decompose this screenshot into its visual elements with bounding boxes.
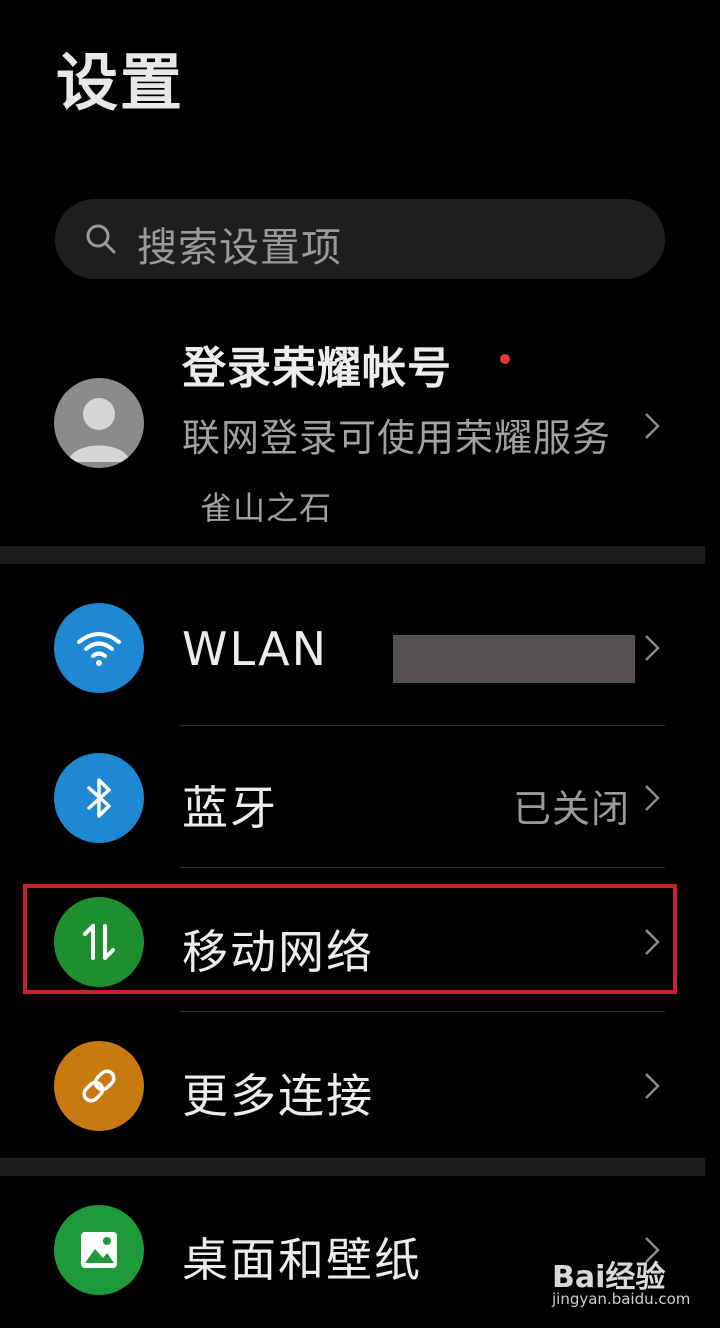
row-divider [180, 1011, 665, 1012]
settings-item-wlan[interactable]: WLAN [0, 578, 720, 726]
settings-item-more-connections[interactable]: 更多连接 [0, 1016, 720, 1156]
account-title: 登录荣耀帐号 [182, 343, 452, 394]
account-description: 联网登录可使用荣耀服务雀山之石 [182, 404, 612, 542]
chevron-right-icon [642, 780, 662, 820]
link-icon [54, 1041, 144, 1131]
chevron-right-icon [642, 1068, 662, 1108]
image-icon [54, 1205, 144, 1295]
account-username: 雀山之石 [200, 489, 333, 527]
account-description-text: 联网登录可使用荣耀服务 [182, 416, 612, 460]
account-login-entry[interactable]: 登录荣耀帐号 联网登录可使用荣耀服务雀山之石 [0, 320, 720, 530]
search-bar[interactable]: 搜索设置项 [55, 199, 665, 279]
avatar [54, 378, 144, 468]
search-icon [83, 221, 119, 261]
chevron-right-icon [642, 630, 662, 670]
section-divider [0, 1158, 705, 1176]
bluetooth-status: 已关闭 [512, 787, 630, 831]
bluetooth-label: 蓝牙 [182, 781, 278, 835]
page-title: 设置 [56, 46, 185, 119]
baidu-watermark: Bai经验 jingyan.baidu.com [552, 1252, 712, 1314]
row-divider [180, 867, 665, 868]
chevron-right-icon [642, 408, 662, 448]
section-divider [0, 546, 705, 564]
wlan-label: WLAN [182, 622, 329, 676]
wifi-icon [54, 603, 144, 693]
more-connections-label: 更多连接 [182, 1069, 374, 1123]
search-placeholder: 搜索设置项 [137, 225, 342, 271]
highlight-box [23, 884, 677, 994]
row-divider [180, 725, 665, 726]
wlan-network-name-redacted [393, 635, 635, 683]
watermark-url: jingyan.baidu.com [552, 1290, 691, 1308]
wallpaper-label: 桌面和壁纸 [182, 1233, 422, 1287]
settings-item-bluetooth[interactable]: 蓝牙 已关闭 [0, 728, 720, 868]
notification-dot [500, 354, 510, 364]
bluetooth-icon [54, 753, 144, 843]
